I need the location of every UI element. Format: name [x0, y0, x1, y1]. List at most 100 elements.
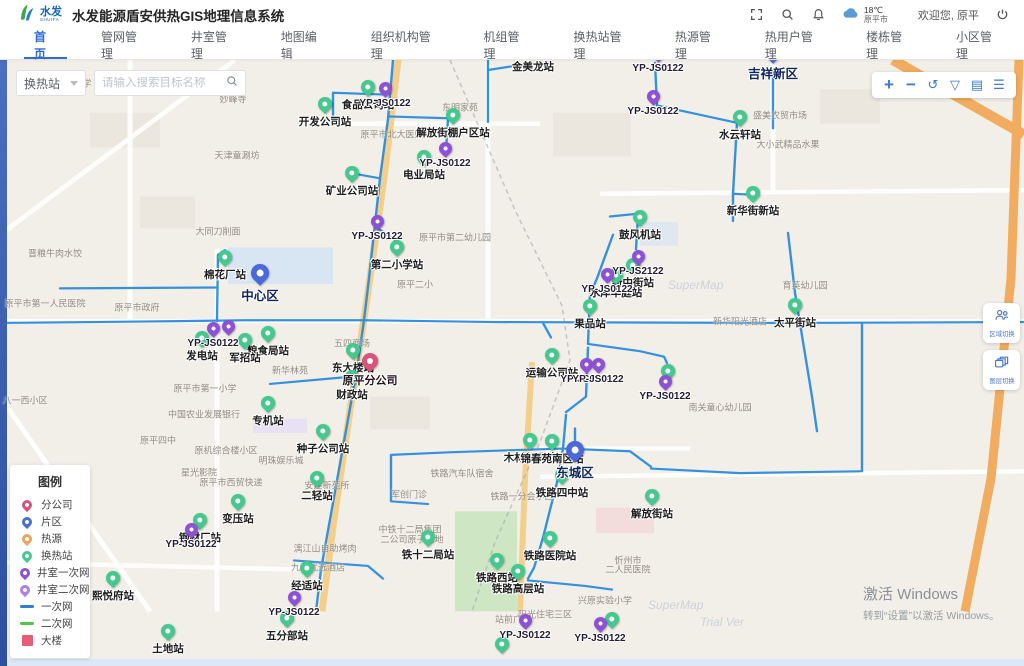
marker-label: 吉祥新区 [748, 63, 798, 82]
tab-管网管理[interactable]: 管网管理 [79, 30, 169, 59]
marker-label: 铁路医院站 [524, 548, 577, 563]
legend-item-label: 热源 [41, 531, 62, 546]
legend-item: 分公司 [20, 496, 80, 513]
map-poi-label: 兴原实验小学 [578, 594, 632, 607]
legend-item-label: 井室一次网 [37, 565, 90, 580]
map-search-bar: 换热站 [16, 70, 246, 96]
legend-item: 片区 [20, 513, 80, 530]
watermark-line2: 转到“设置”以激活 Windows。 [863, 608, 1000, 623]
marker-pin-icon [219, 317, 237, 335]
legend-item-label: 大楼 [41, 633, 62, 648]
reset-icon[interactable]: ↺ [922, 74, 944, 96]
marker-label: 第二小学站 [371, 257, 424, 272]
legend-pin-icon [20, 517, 34, 527]
marker-label: 解放街站 [631, 506, 673, 521]
zoom-in-icon[interactable]: + [878, 74, 900, 96]
marker-label: YP-JS0122 [572, 374, 623, 385]
zoom-out-icon[interactable]: − [900, 74, 922, 96]
welcome-text: 欢迎您, 原平 [918, 7, 979, 23]
marker-label: 中心区 [241, 285, 279, 304]
map-poi-label: 原平二小 [397, 278, 433, 291]
map-poi-label: 原平市第二幼儿园 [419, 231, 491, 244]
map-poi-label: 盛美农贸市场 [753, 109, 807, 122]
marker-label: 开发公司站 [299, 114, 352, 129]
bell-icon[interactable] [811, 7, 826, 22]
logo-leaf-icon [16, 3, 36, 28]
legend-pin-icon [20, 534, 34, 544]
marker-label: YP-JS0122 [187, 338, 238, 349]
chevron-down-icon [70, 81, 78, 86]
map-poi-label: 育英幼儿园 [782, 279, 827, 292]
marker-pin-icon [630, 207, 650, 227]
legend-items: 分公司片区热源换热站井室一次网井室二次网一次网二次网大楼 [20, 496, 80, 649]
marker-label: 五分部站 [266, 628, 308, 643]
fullscreen-icon[interactable] [749, 7, 764, 22]
marker-label: YP-JS0122 [581, 284, 632, 295]
marker-label: 金美龙站 [512, 60, 554, 74]
marker-label: 专机站 [252, 413, 284, 428]
marker-label: 财政站 [336, 387, 368, 402]
tab-换热站管理[interactable]: 换热站管理 [551, 30, 652, 59]
marker-label: 原平分公司 [343, 372, 398, 388]
legend-item-label: 分公司 [41, 497, 73, 512]
marker-label: YP-JS0122 [632, 63, 683, 74]
search-submit-icon[interactable] [226, 74, 238, 92]
tab-楼栋管理[interactable]: 楼栋管理 [844, 30, 934, 59]
side-tool-区域切换[interactable]: 区域切换 [983, 303, 1020, 343]
marker-pin-icon [487, 550, 507, 570]
search-category-select[interactable]: 换热站 [16, 70, 86, 96]
map-viewport[interactable]: 原平市实验中学妙峰寺天津童涮坊大同刀削面原平市北大医院原平市第二幼儿园原平二小原… [0, 60, 1024, 666]
marker-label: 铁路四中站 [536, 485, 589, 500]
legend-pin-icon [20, 585, 30, 595]
marker-label: YP-JS0122 [574, 633, 625, 644]
logout-icon[interactable] [995, 7, 1010, 22]
map-poi-label: 新华林苑 [272, 364, 308, 377]
bottom-edge [0, 659, 1024, 666]
page-title: 水发能源盾安供热GIS地理信息系统 [72, 5, 284, 25]
search-icon[interactable] [780, 7, 795, 22]
map-poi-label: 军创门诊 [391, 488, 427, 501]
weather-temp: 18℃ [864, 6, 888, 16]
layers-icon[interactable]: ▤ [966, 74, 988, 96]
tab-井室管理[interactable]: 井室管理 [169, 30, 259, 59]
marker-label: 铁十二局站 [402, 547, 455, 562]
marker-pin-icon [247, 260, 272, 285]
windows-activation-watermark: 激活 Windows 转到“设置”以激活 Windows。 [863, 583, 1000, 623]
tab-机组管理[interactable]: 机组管理 [462, 30, 552, 59]
legend-item-label: 井室二次网 [37, 582, 90, 597]
map-poi-label: 铁路汽车队宿舍 [430, 467, 493, 480]
map-legend: 图例 分公司片区热源换热站井室一次网井室二次网一次网二次网大楼 [10, 465, 90, 658]
legend-title: 图例 [20, 473, 80, 490]
list-icon[interactable]: ☰ [988, 74, 1010, 96]
app-header: 水发 SHUIFA 水发能源盾安供热GIS地理信息系统 [0, 0, 1024, 30]
legend-item: 井室二次网 [20, 581, 80, 598]
legend-square-icon [20, 635, 34, 646]
search-input[interactable] [102, 77, 226, 89]
nav-tabs: 首页管网管理井室管理地图编辑组织机构管理机组管理换热站管理热源管理热用户管理楼栋… [0, 30, 1024, 59]
marker-label: 熙悦府站 [92, 588, 134, 603]
marker-label: 新华街新站 [727, 203, 780, 218]
tab-小区管理[interactable]: 小区管理 [934, 30, 1024, 59]
marker-pin-icon [642, 486, 662, 506]
map-poi-label: 南关童心幼儿园 [688, 401, 751, 414]
tab-热源管理[interactable]: 热源管理 [653, 30, 743, 59]
marker-label: 铁路高层站 [492, 581, 545, 596]
users-icon [994, 308, 1010, 327]
marker-label: YP-JS0122 [499, 630, 550, 641]
weather-widget[interactable]: 18℃ 原平市 [842, 6, 888, 25]
legend-item: 大楼 [20, 632, 80, 649]
side-tool-label: 图层切换 [989, 376, 1014, 385]
filter-icon[interactable]: ▽ [944, 74, 966, 96]
marker-label: 电业局站 [403, 167, 445, 182]
marker-pin-icon [644, 87, 662, 105]
marker-label: 太平街站 [774, 315, 816, 330]
map-poi-label: 原平四中 [140, 434, 176, 447]
layers-icon [994, 355, 1010, 374]
tab-地图编辑[interactable]: 地图编辑 [259, 30, 349, 59]
tab-组织机构管理[interactable]: 组织机构管理 [349, 30, 462, 59]
marker-pin-icon [215, 247, 235, 267]
tab-热用户管理[interactable]: 热用户管理 [743, 30, 844, 59]
marker-label: 鼓风机站 [619, 227, 661, 242]
tab-首页[interactable]: 首页 [12, 30, 79, 59]
side-tool-图层切换[interactable]: 图层切换 [983, 350, 1020, 390]
